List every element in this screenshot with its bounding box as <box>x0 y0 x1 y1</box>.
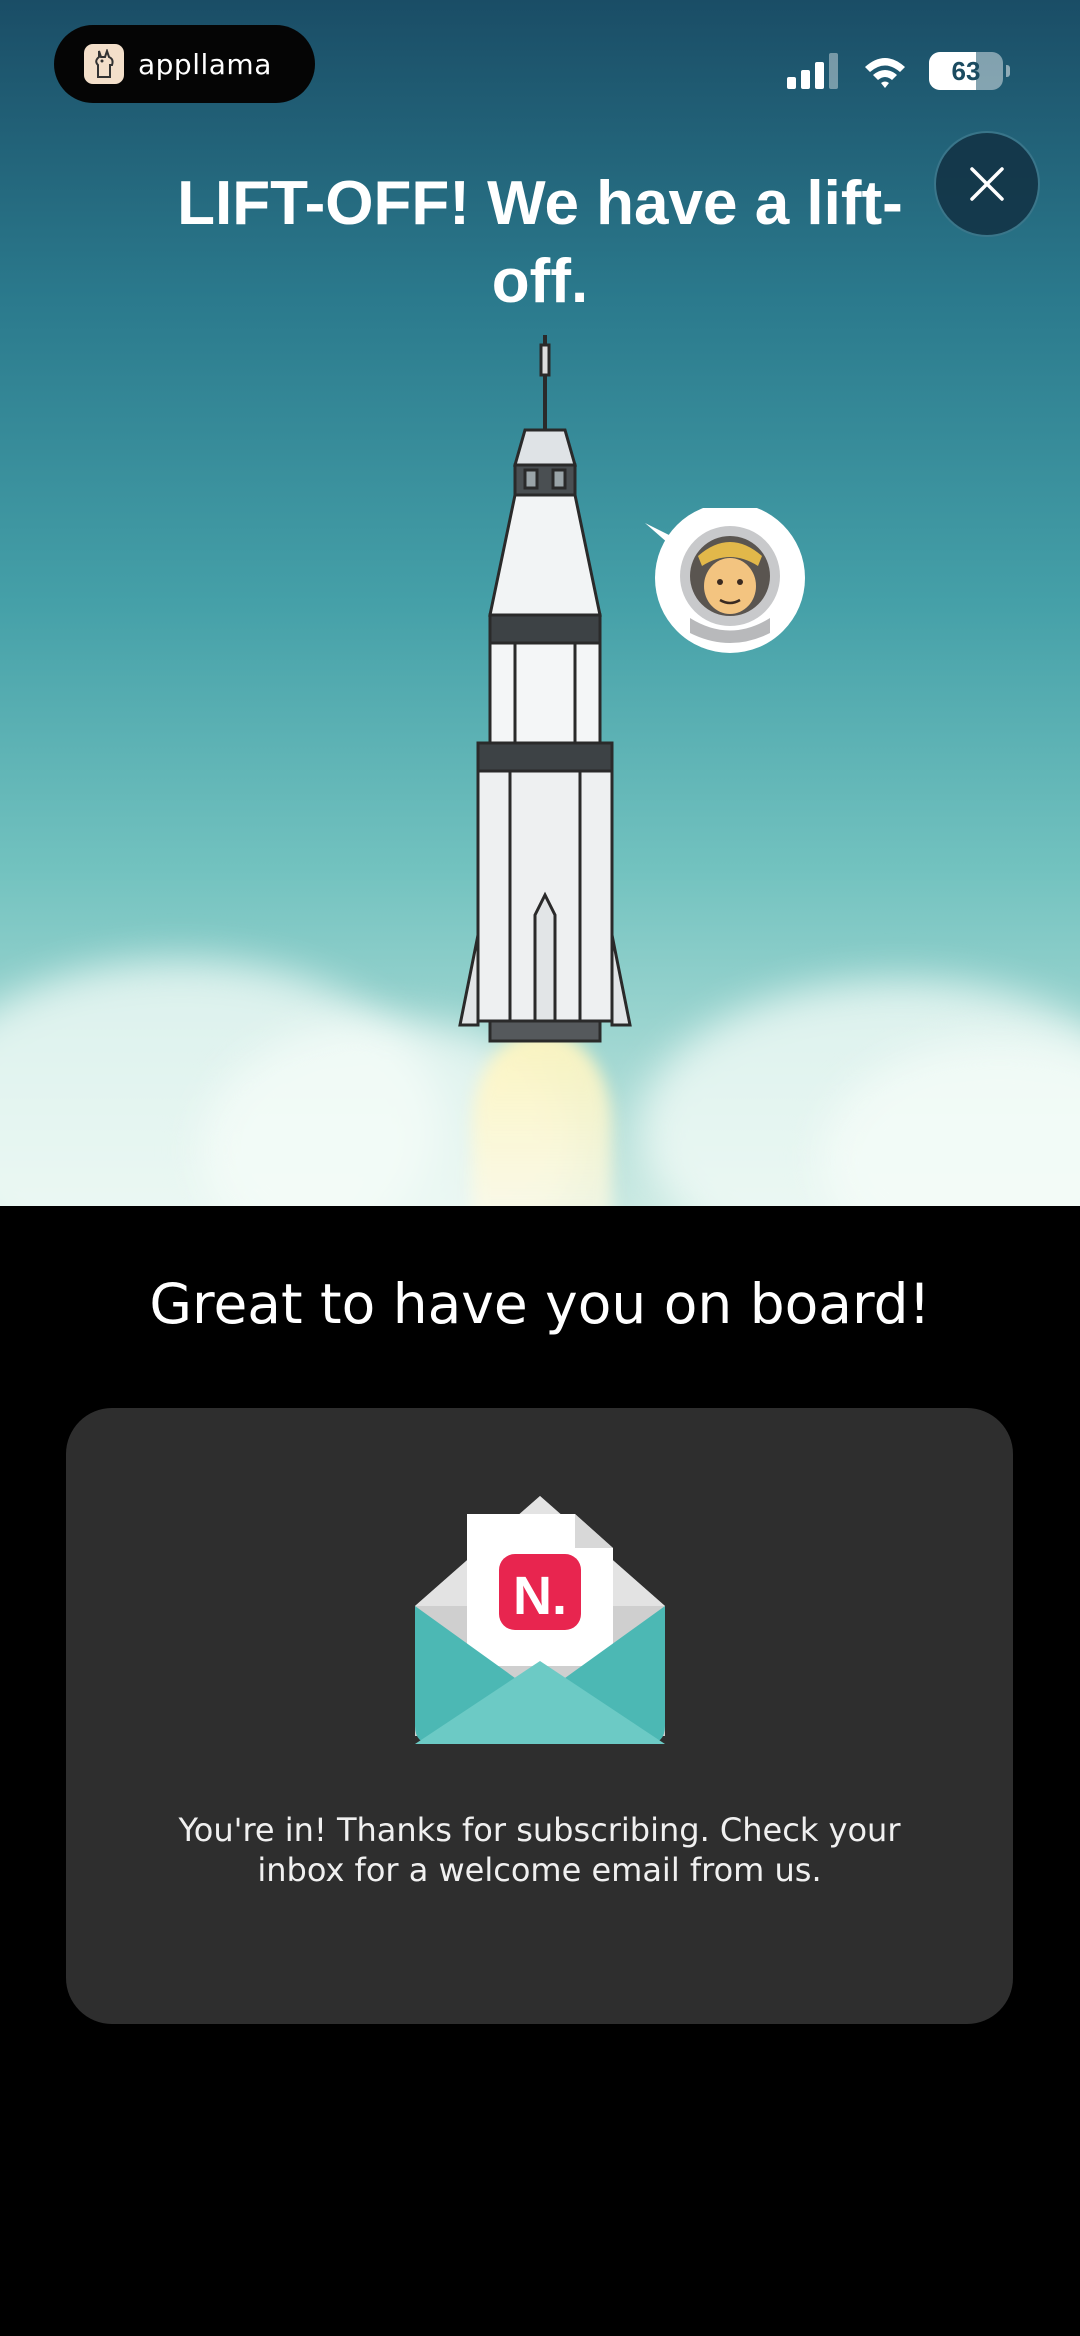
astronaut-speech-bubble <box>645 508 805 653</box>
battery-cap <box>1006 65 1010 77</box>
envelope-newsletter-icon: N. <box>415 1496 665 1744</box>
battery-level: 63 <box>951 55 981 86</box>
newsletter-logo-letter: N. <box>513 1566 567 1626</box>
llama-logo-icon <box>84 44 124 84</box>
welcome-heading: Great to have you on board! <box>149 1272 931 1336</box>
appllama-pill[interactable]: appllama <box>54 25 315 103</box>
rocket-exhaust <box>472 1030 612 1206</box>
close-button[interactable] <box>934 131 1040 237</box>
battery-indicator: 63 <box>929 52 1003 90</box>
close-icon <box>970 167 1004 201</box>
rocket-illustration <box>458 335 632 1043</box>
appllama-pill-label: appllama <box>138 47 272 81</box>
cellular-signal-icon <box>787 53 838 89</box>
astronaut-icon <box>680 526 780 643</box>
subscription-confirmation-card: N. You're in! Thanks for subscribing. Ch… <box>66 1408 1013 2024</box>
subscription-message: You're in! Thanks for subscribing. Check… <box>178 1811 901 1889</box>
hero-title: LIFT-OFF! We have a lift-off. <box>177 169 903 316</box>
status-icons: 63 <box>785 52 1010 90</box>
wifi-icon <box>865 58 905 88</box>
